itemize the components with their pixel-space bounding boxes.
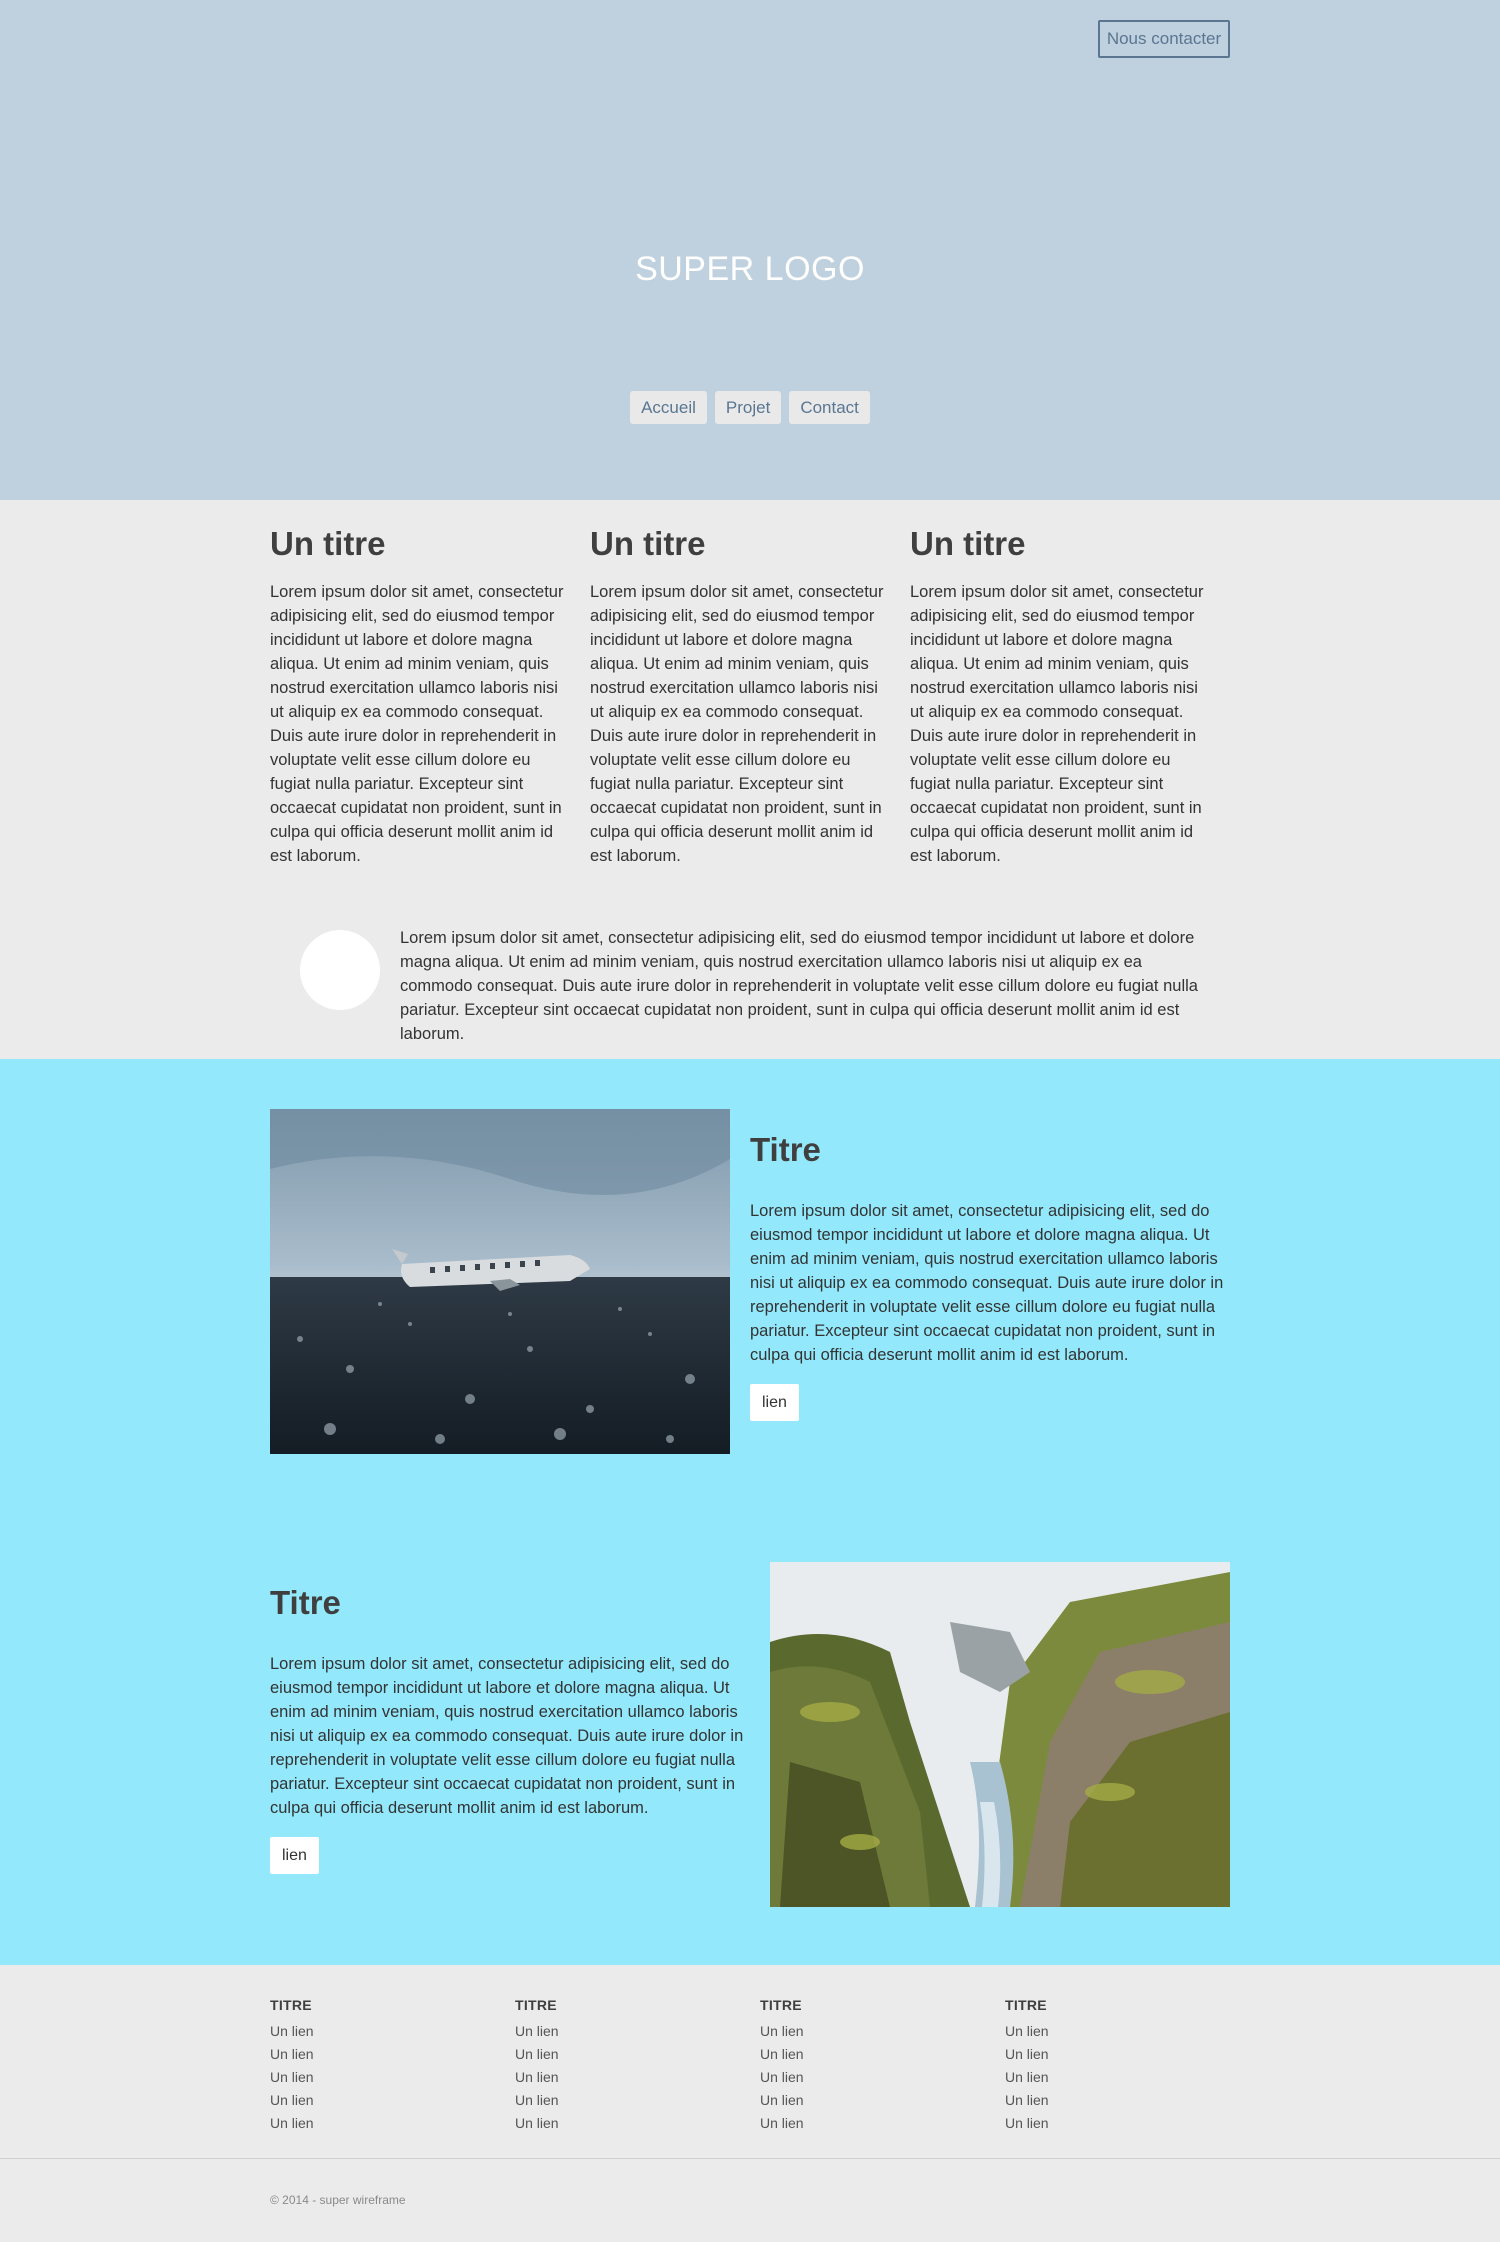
nav-item-contact[interactable]: Contact bbox=[789, 391, 870, 424]
feature-link-button[interactable]: lien bbox=[750, 1384, 799, 1421]
column-title: Un titre bbox=[590, 525, 706, 562]
column-text: Lorem ipsum dolor sit amet, consectetur … bbox=[910, 583, 1204, 865]
nav-item-projet[interactable]: Projet bbox=[714, 391, 782, 424]
footer-link[interactable]: Un lien bbox=[1005, 2066, 1205, 2089]
column: Un titre Lorem ipsum dolor sit amet, con… bbox=[910, 522, 1210, 868]
feature-link-button[interactable]: lien bbox=[270, 1837, 319, 1874]
footer-link[interactable]: Un lien bbox=[270, 2066, 470, 2089]
footer-link[interactable]: Un lien bbox=[1005, 2020, 1205, 2043]
footer-column: TITRE Un lien Un lien Un lien Un lien Un… bbox=[270, 1997, 470, 2135]
column: Un titre Lorem ipsum dolor sit amet, con… bbox=[270, 522, 570, 868]
testimonial-text: Lorem ipsum dolor sit amet, consectetur … bbox=[400, 929, 1198, 1043]
footer-link[interactable]: Un lien bbox=[270, 2020, 470, 2043]
footer-column-title: TITRE bbox=[1005, 1997, 1047, 2013]
footer-link[interactable]: Un lien bbox=[1005, 2043, 1205, 2066]
footer-column: TITRE Un lien Un lien Un lien Un lien Un… bbox=[760, 1997, 960, 2135]
plane-wreck-image bbox=[270, 1109, 730, 1454]
footer-column-title: TITRE bbox=[270, 1997, 312, 2013]
features-section: Titre Lorem ipsum dolor sit amet, consec… bbox=[0, 1059, 1500, 1965]
footer-column: TITRE Un lien Un lien Un lien Un lien Un… bbox=[515, 1997, 715, 2135]
column: Un titre Lorem ipsum dolor sit amet, con… bbox=[590, 522, 890, 868]
footer-links: TITRE Un lien Un lien Un lien Un lien Un… bbox=[0, 1965, 1500, 2159]
copyright-text: © 2014 - super wireframe bbox=[270, 2193, 406, 2207]
footer-link[interactable]: Un lien bbox=[760, 2112, 960, 2135]
contact-button[interactable]: Nous contacter bbox=[1098, 20, 1230, 58]
footer-link[interactable]: Un lien bbox=[515, 2066, 715, 2089]
footer-link[interactable]: Un lien bbox=[515, 2043, 715, 2066]
footer-link[interactable]: Un lien bbox=[515, 2020, 715, 2043]
feature-title: Titre bbox=[750, 1131, 821, 1168]
column-title: Un titre bbox=[270, 525, 386, 562]
column-text: Lorem ipsum dolor sit amet, consectetur … bbox=[590, 583, 884, 865]
hero-header: Nous contacter SUPER LOGO Accueil Projet… bbox=[0, 0, 1500, 500]
avatar bbox=[300, 930, 380, 1010]
nav-item-accueil[interactable]: Accueil bbox=[630, 391, 707, 424]
footer-link[interactable]: Un lien bbox=[515, 2089, 715, 2112]
footer-link[interactable]: Un lien bbox=[515, 2112, 715, 2135]
footer-link[interactable]: Un lien bbox=[760, 2020, 960, 2043]
footer-link[interactable]: Un lien bbox=[760, 2089, 960, 2112]
canyon-image bbox=[770, 1562, 1230, 1907]
feature-title: Titre bbox=[270, 1584, 341, 1621]
footer-column-title: TITRE bbox=[515, 1997, 557, 2013]
column-text: Lorem ipsum dolor sit amet, consectetur … bbox=[270, 583, 564, 865]
column-title: Un titre bbox=[910, 525, 1026, 562]
footer-link[interactable]: Un lien bbox=[270, 2043, 470, 2066]
footer-link[interactable]: Un lien bbox=[760, 2043, 960, 2066]
feature-text: Lorem ipsum dolor sit amet, consectetur … bbox=[270, 1655, 744, 1817]
main-nav: Accueil Projet Contact bbox=[0, 391, 1500, 424]
footer-column-title: TITRE bbox=[760, 1997, 802, 2013]
footer-link[interactable]: Un lien bbox=[760, 2066, 960, 2089]
footer-link[interactable]: Un lien bbox=[1005, 2112, 1205, 2135]
footer-column: TITRE Un lien Un lien Un lien Un lien Un… bbox=[1005, 1997, 1205, 2135]
footer-link[interactable]: Un lien bbox=[1005, 2089, 1205, 2112]
feature-text: Lorem ipsum dolor sit amet, consectetur … bbox=[750, 1202, 1224, 1364]
site-logo[interactable]: SUPER LOGO bbox=[0, 250, 1500, 289]
footer-link[interactable]: Un lien bbox=[270, 2089, 470, 2112]
footer-link[interactable]: Un lien bbox=[270, 2112, 470, 2135]
